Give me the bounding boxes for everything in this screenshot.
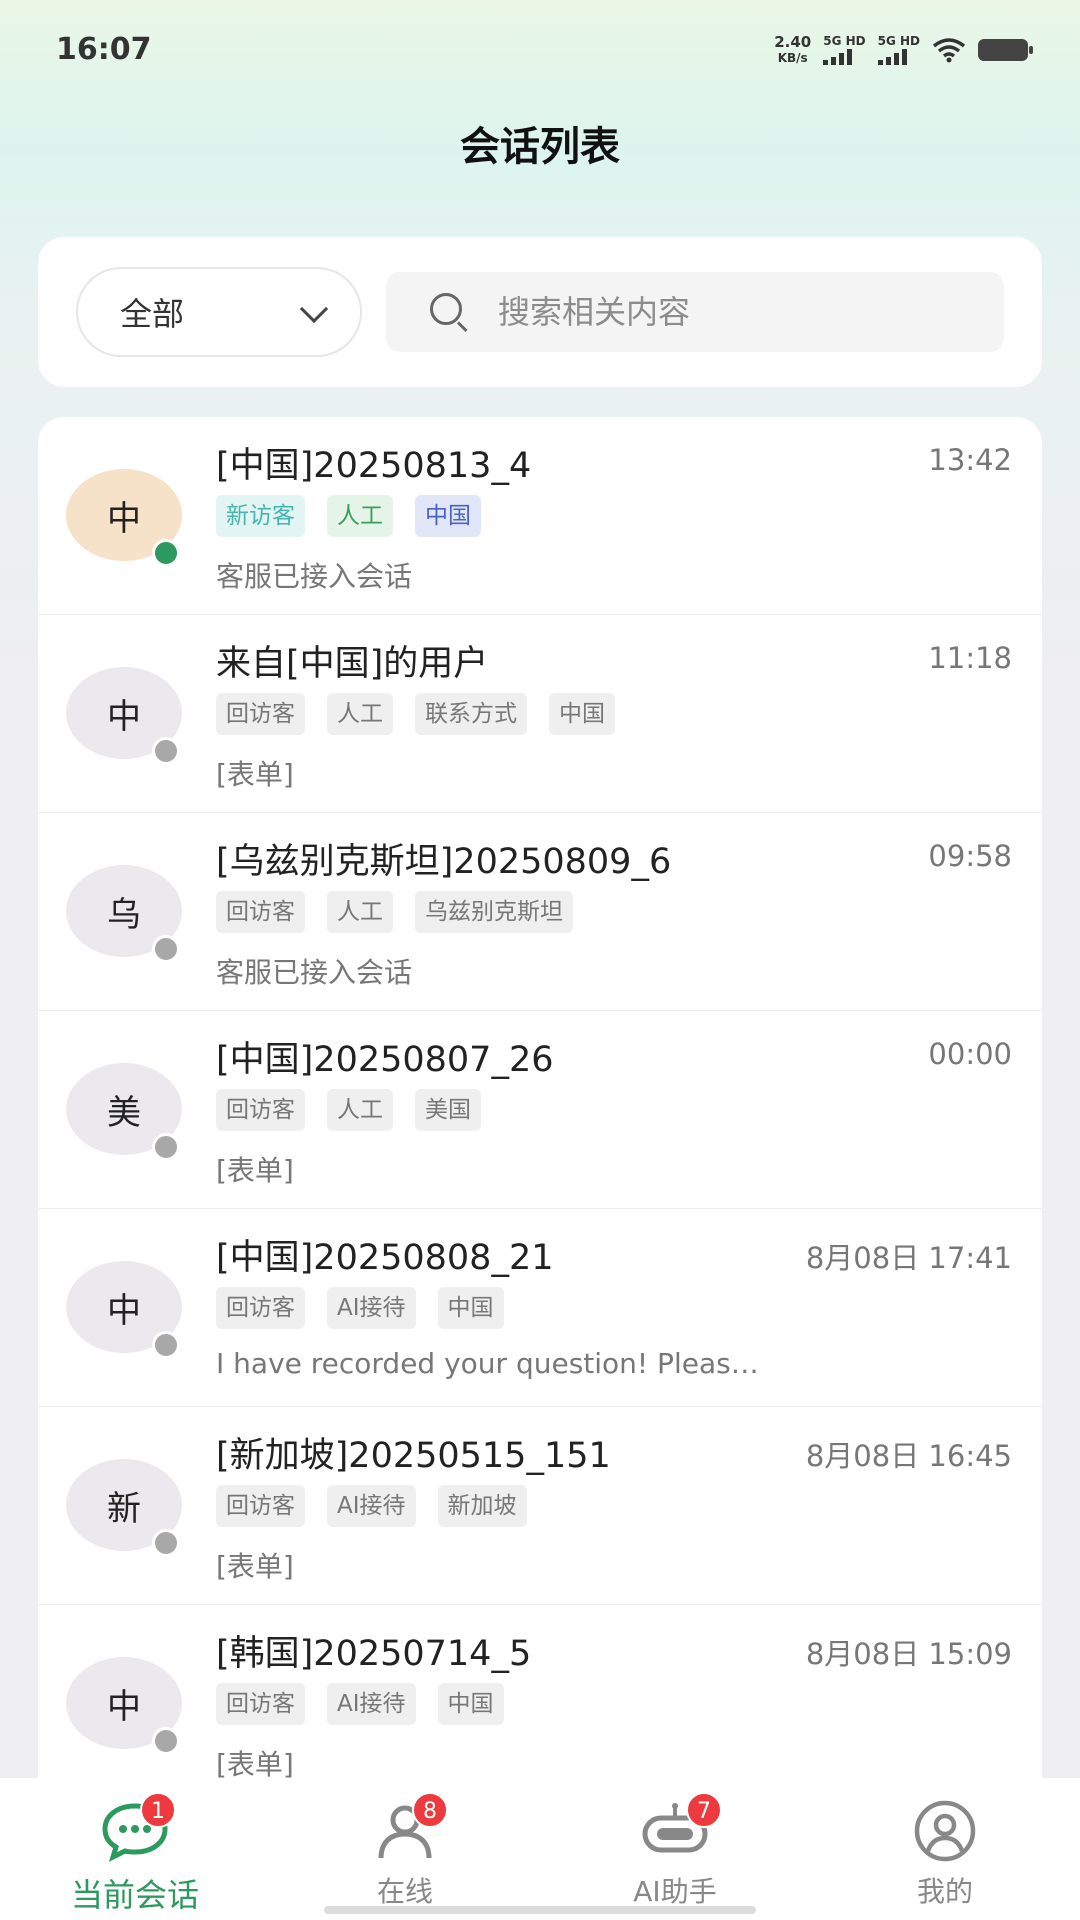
tag: 人工 [327, 891, 393, 933]
offline-status-dot [152, 1529, 180, 1557]
offline-status-dot [152, 737, 180, 765]
last-message: I have recorded your question! Pleas… [216, 1347, 759, 1380]
last-message: [表单] [216, 1550, 294, 1583]
tab-online[interactable]: 8 在线 [270, 1778, 540, 1920]
tag: 回访客 [216, 1683, 305, 1725]
conversation-list: 中 [中国]20250813_4 13:42 新访客 人工 中国 客服已接入会话… [38, 417, 1042, 1817]
battery-icon [978, 39, 1033, 61]
signal-icon: 5G HD [823, 34, 866, 65]
filter-selected-value: 全部 [120, 295, 185, 333]
chevron-down-icon [299, 294, 329, 324]
tab-current-chats[interactable]: 1 当前会话 [0, 1778, 270, 1920]
tag-list: 回访客 AI接待 中国 [216, 1287, 504, 1329]
tag: 人工 [327, 693, 393, 735]
conversation-time: 13:42 [928, 443, 1012, 477]
signal-icon: 5G HD [877, 34, 920, 65]
tag: 乌兹别克斯坦 [415, 891, 573, 933]
user-circle-icon [914, 1800, 976, 1862]
tag: 新加坡 [437, 1485, 527, 1527]
bottom-tab-bar: 1 当前会话 8 在线 7 AI助手 我的 [0, 1778, 1080, 1920]
tag: 人工 [327, 495, 393, 537]
unread-badge: 1 [140, 1792, 176, 1828]
tag: 美国 [415, 1089, 481, 1131]
conversation-time: 8月08日 16:45 [805, 1439, 1012, 1473]
conversation-item[interactable]: 乌 [乌兹别克斯坦]20250809_6 09:58 回访客 人工 乌兹别克斯坦… [38, 813, 1042, 1011]
tab-me[interactable]: 我的 [810, 1778, 1080, 1920]
tag-list: 回访客 人工 乌兹别克斯坦 [216, 891, 573, 933]
offline-status-dot [152, 1331, 180, 1359]
tag: 联系方式 [415, 693, 527, 735]
search-icon [428, 291, 470, 333]
last-message: 客服已接入会话 [216, 956, 413, 989]
status-bar: 16:07 2.40 KB/s 5G HD 5G HD [0, 0, 1080, 100]
conversation-time: 11:18 [928, 641, 1012, 675]
online-status-dot [152, 539, 180, 567]
tag-list: 回访客 AI接待 新加坡 [216, 1485, 527, 1527]
page-title: 会话列表 [460, 124, 620, 170]
last-message: 客服已接入会话 [216, 560, 413, 593]
ai-badge: 7 [686, 1792, 722, 1828]
tab-label: 在线 [376, 1875, 433, 1908]
offline-status-dot [152, 1133, 180, 1161]
home-indicator [324, 1906, 756, 1914]
net-speed: 2.40 KB/s [774, 34, 811, 66]
tag: 人工 [327, 1089, 393, 1131]
last-message: [表单] [216, 1154, 294, 1187]
sim2-label: 5G HD [877, 34, 920, 48]
tab-label: 当前会话 [70, 1876, 199, 1914]
conversation-item[interactable]: 新 [新加坡]20250515_151 8月08日 16:45 回访客 AI接待… [38, 1407, 1042, 1605]
conversation-item[interactable]: 中 [中国]20250808_21 8月08日 17:41 回访客 AI接待 中… [38, 1209, 1042, 1407]
conversation-title: [中国]20250807_26 [216, 1040, 554, 1080]
conversation-time: 8月08日 17:41 [805, 1241, 1012, 1275]
tag: 新访客 [216, 495, 305, 537]
conversation-title: [乌兹别克斯坦]20250809_6 [216, 842, 672, 882]
tag: 回访客 [216, 1287, 305, 1329]
tag-list: 回访客 人工 联系方式 中国 [216, 693, 615, 735]
tag: 回访客 [216, 891, 305, 933]
conversation-item[interactable]: 中 来自[中国]的用户 11:18 回访客 人工 联系方式 中国 [表单] [38, 615, 1042, 813]
tab-label: AI助手 [633, 1875, 717, 1908]
tag: AI接待 [327, 1485, 416, 1527]
filter-dropdown[interactable]: 全部 [76, 267, 362, 357]
conversation-item[interactable]: 中 [韩国]20250714_5 8月08日 15:09 回访客 AI接待 中国… [38, 1605, 1042, 1803]
conversation-time: 09:58 [928, 839, 1012, 873]
tag: AI接待 [327, 1287, 416, 1329]
tag: 中国 [415, 495, 481, 537]
tag: 回访客 [216, 1089, 305, 1131]
conversation-item[interactable]: 中 [中国]20250813_4 13:42 新访客 人工 中国 客服已接入会话 [38, 417, 1042, 615]
online-count-badge: 8 [412, 1792, 448, 1828]
net-speed-unit: KB/s [777, 51, 808, 65]
net-speed-value: 2.40 [774, 33, 812, 51]
conversation-title: [韩国]20250714_5 [216, 1634, 532, 1674]
search-input[interactable] [498, 293, 938, 331]
status-icons: 2.40 KB/s 5G HD 5G HD [774, 34, 1033, 66]
conversation-title: [新加坡]20250515_151 [216, 1436, 611, 1476]
filter-card: 全部 [38, 237, 1042, 387]
conversation-title: [中国]20250813_4 [216, 446, 532, 486]
offline-status-dot [152, 1727, 180, 1755]
search-box[interactable] [386, 272, 1004, 352]
tab-ai-assistant[interactable]: 7 AI助手 [540, 1778, 810, 1920]
tag: 中国 [437, 1683, 504, 1725]
tag-list: 回访客 人工 美国 [216, 1089, 481, 1131]
last-message: [表单] [216, 1748, 294, 1781]
last-message: [表单] [216, 758, 294, 791]
tag-list: 新访客 人工 中国 [216, 495, 481, 537]
tag: AI接待 [327, 1683, 416, 1725]
conversation-time: 00:00 [928, 1037, 1012, 1071]
conversation-item[interactable]: 美 [中国]20250807_26 00:00 回访客 人工 美国 [表单] [38, 1011, 1042, 1209]
offline-status-dot [152, 935, 180, 963]
tag: 回访客 [216, 1485, 305, 1527]
wifi-icon [932, 38, 966, 63]
tag: 中国 [549, 693, 615, 735]
tag-list: 回访客 AI接待 中国 [216, 1683, 504, 1725]
conversation-title: [中国]20250808_21 [216, 1238, 554, 1278]
tag: 回访客 [216, 693, 305, 735]
conversation-title: 来自[中国]的用户 [216, 644, 489, 684]
tab-label: 我的 [916, 1875, 973, 1908]
conversation-time: 8月08日 15:09 [805, 1637, 1012, 1671]
sim1-label: 5G HD [823, 34, 866, 48]
tag: 中国 [437, 1287, 504, 1329]
status-time: 16:07 [56, 32, 152, 67]
